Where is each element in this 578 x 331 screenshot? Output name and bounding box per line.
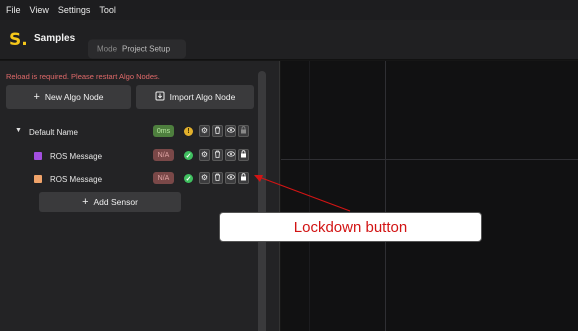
plus-icon: + (82, 196, 89, 208)
menu-file[interactable]: File (6, 5, 21, 15)
node-name: ROS Message (50, 175, 103, 184)
import-algo-node-label: Import Algo Node (169, 92, 236, 102)
app-header: S. Samples Mode Project Setup (0, 20, 578, 60)
mode-selector[interactable]: Mode Project Setup (88, 39, 186, 59)
gear-icon[interactable]: ⚙ (199, 125, 210, 137)
gear-icon[interactable]: ⚙ (199, 149, 210, 161)
scene-viewport[interactable] (281, 61, 578, 331)
gear-icon[interactable]: ⚙ (199, 172, 210, 184)
ok-status-icon: ✓ (184, 174, 193, 183)
menu-view[interactable]: View (30, 5, 49, 15)
node-tools: ⚙ (199, 172, 249, 184)
node-tools: ⚙ (199, 149, 249, 161)
latency-badge: N/A (153, 172, 174, 184)
lock-icon[interactable] (238, 125, 249, 137)
node-name: Default Name (29, 128, 78, 137)
add-sensor-button[interactable]: + Add Sensor (39, 192, 181, 212)
new-algo-node-button[interactable]: + New Algo Node (6, 85, 131, 109)
annotation-callout: Lockdown button (219, 212, 482, 242)
sidebar-scrollbar[interactable] (258, 71, 266, 331)
plus-icon: + (33, 91, 40, 103)
menu-tool[interactable]: Tool (99, 5, 116, 15)
tree-node-default-name[interactable]: ▼ Default Name 0ms ! ⚙ (0, 123, 258, 141)
grid-axis-horizontal (281, 159, 578, 160)
grid-line (309, 61, 310, 331)
latency-badge: 0ms (153, 125, 174, 137)
latency-badge: N/A (153, 149, 174, 161)
lock-icon[interactable] (238, 172, 249, 184)
trash-icon[interactable] (212, 125, 223, 137)
new-algo-node-label: New Algo Node (44, 92, 104, 102)
eye-icon[interactable] (225, 125, 236, 137)
trash-icon[interactable] (212, 149, 223, 161)
menu-bar: File View Settings Tool (0, 0, 578, 20)
reload-error-message: Reload is required. Please restart Algo … (6, 72, 160, 81)
node-name: ROS Message (50, 152, 103, 161)
eye-icon[interactable] (225, 149, 236, 161)
add-sensor-label: Add Sensor (93, 197, 138, 207)
caret-down-icon[interactable]: ▼ (15, 127, 22, 134)
mode-label: Mode (97, 44, 118, 54)
eye-icon[interactable] (225, 172, 236, 184)
lock-icon[interactable] (238, 149, 249, 161)
app-title: Samples (34, 33, 76, 44)
menu-settings[interactable]: Settings (58, 5, 91, 15)
mode-value: Project Setup (122, 44, 171, 54)
ok-status-icon: ✓ (184, 151, 193, 160)
import-icon (155, 91, 165, 104)
import-algo-node-button[interactable]: Import Algo Node (136, 85, 254, 109)
tree-node-ros-message-2[interactable]: ROS Message N/A ✓ ⚙ (0, 170, 258, 188)
app-logo: S. (9, 30, 28, 50)
sidebar: Reload is required. Please restart Algo … (0, 61, 280, 331)
color-swatch (34, 152, 42, 160)
warning-status-icon: ! (184, 127, 193, 136)
trash-icon[interactable] (212, 172, 223, 184)
node-tools: ⚙ (199, 125, 249, 137)
color-swatch (34, 175, 42, 183)
tree-node-ros-message-1[interactable]: ROS Message N/A ✓ ⚙ (0, 147, 258, 165)
grid-axis-vertical (385, 61, 386, 331)
